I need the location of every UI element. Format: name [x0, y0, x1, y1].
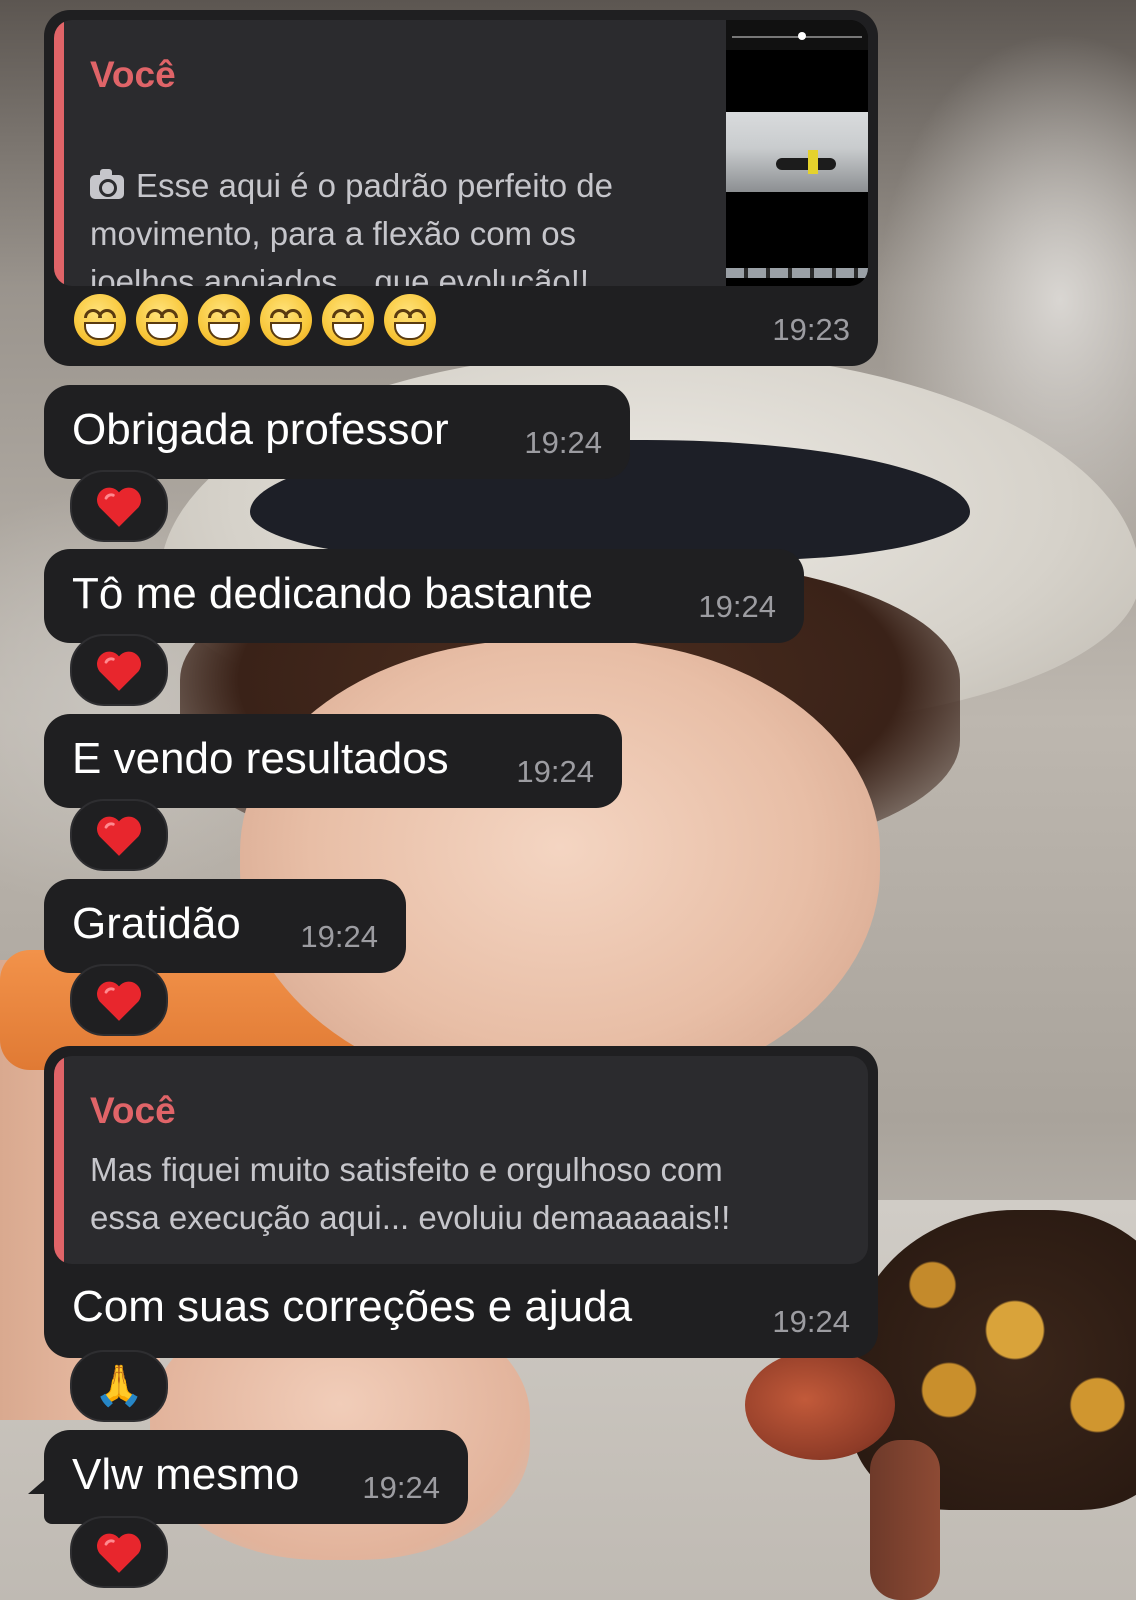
thumbnail-scrubber-knob [798, 32, 806, 40]
bubble-tail [28, 1468, 58, 1494]
message-bubble-photo-reply[interactable]: Você Esse aqui é o padrão perfeito de mo… [44, 10, 878, 366]
message-time: 19:24 [698, 589, 776, 624]
reaction-badge[interactable] [70, 634, 168, 706]
grinning-face-icon [198, 294, 250, 346]
heart-icon [97, 651, 141, 691]
camera-icon [90, 169, 124, 199]
message-time: 19:23 [772, 312, 850, 347]
thumbnail-person [776, 158, 836, 170]
quote-accent-bar [54, 20, 64, 286]
message-text: Obrigada professor [72, 405, 449, 454]
quote-text-content: Esse aqui é o padrão perfeito de movimen… [90, 167, 617, 286]
quote-text: Esse aqui é o padrão perfeito de movimen… [90, 114, 690, 286]
thumbnail-scrubber [732, 36, 862, 38]
thumbnail-frame [726, 112, 868, 192]
message-text: Com suas correções e ajuda [72, 1282, 633, 1331]
message-text: Tô me dedicando bastante [72, 569, 594, 618]
grinning-face-icon [136, 294, 188, 346]
grinning-face-icon [322, 294, 374, 346]
quote-author: Você [90, 1090, 176, 1131]
heart-icon [97, 1533, 141, 1573]
quote-author: Você [90, 54, 176, 95]
grinning-face-icon [74, 294, 126, 346]
reaction-badge[interactable] [70, 1516, 168, 1588]
message-time: 19:24 [300, 919, 378, 954]
message-list[interactable]: Você Esse aqui é o padrão perfeito de mo… [0, 0, 1136, 1600]
message-time: 19:24 [524, 425, 602, 460]
quote-text: Mas fiquei muito satisfeito e orgulhoso … [90, 1151, 731, 1236]
message-text: Vlw mesmo [72, 1450, 300, 1499]
folded-hands-icon: 🙏 [94, 1364, 144, 1408]
grinning-face-icon [260, 294, 312, 346]
message-bubble[interactable]: Tô me dedicando bastante 19:24 [44, 549, 804, 643]
quoted-message[interactable]: Você Esse aqui é o padrão perfeito de mo… [54, 20, 868, 286]
reaction-badge[interactable] [70, 799, 168, 871]
message-time: 19:24 [772, 1304, 850, 1339]
message-bubble-reply[interactable]: Você Mas fiquei muito satisfeito e orgul… [44, 1046, 878, 1358]
message-bubble[interactable]: Gratidão 19:24 [44, 879, 406, 973]
message-time: 19:24 [516, 754, 594, 789]
message-bubble[interactable]: Vlw mesmo 19:24 [44, 1430, 468, 1524]
video-thumbnail[interactable] [726, 20, 868, 286]
message-bubble[interactable]: Obrigada professor 19:24 [44, 385, 630, 479]
quote-accent-bar [54, 1056, 64, 1264]
heart-icon [97, 981, 141, 1021]
thumbnail-equipment [808, 150, 818, 174]
reaction-badge[interactable]: 🙏 [70, 1350, 168, 1422]
thumbnail-topbar [726, 20, 868, 50]
reaction-badge[interactable] [70, 470, 168, 542]
grinning-face-icon [384, 294, 436, 346]
message-text: Gratidão [72, 899, 241, 948]
reaction-badge[interactable] [70, 964, 168, 1036]
emoji-row [74, 294, 436, 346]
quoted-message[interactable]: Você Mas fiquei muito satisfeito e orgul… [54, 1056, 868, 1264]
message-bubble[interactable]: E vendo resultados 19:24 [44, 714, 622, 808]
message-text: E vendo resultados [72, 734, 449, 783]
thumbnail-filmstrip [726, 268, 868, 278]
heart-icon [97, 816, 141, 856]
heart-icon [97, 487, 141, 527]
message-time: 19:24 [362, 1470, 440, 1505]
